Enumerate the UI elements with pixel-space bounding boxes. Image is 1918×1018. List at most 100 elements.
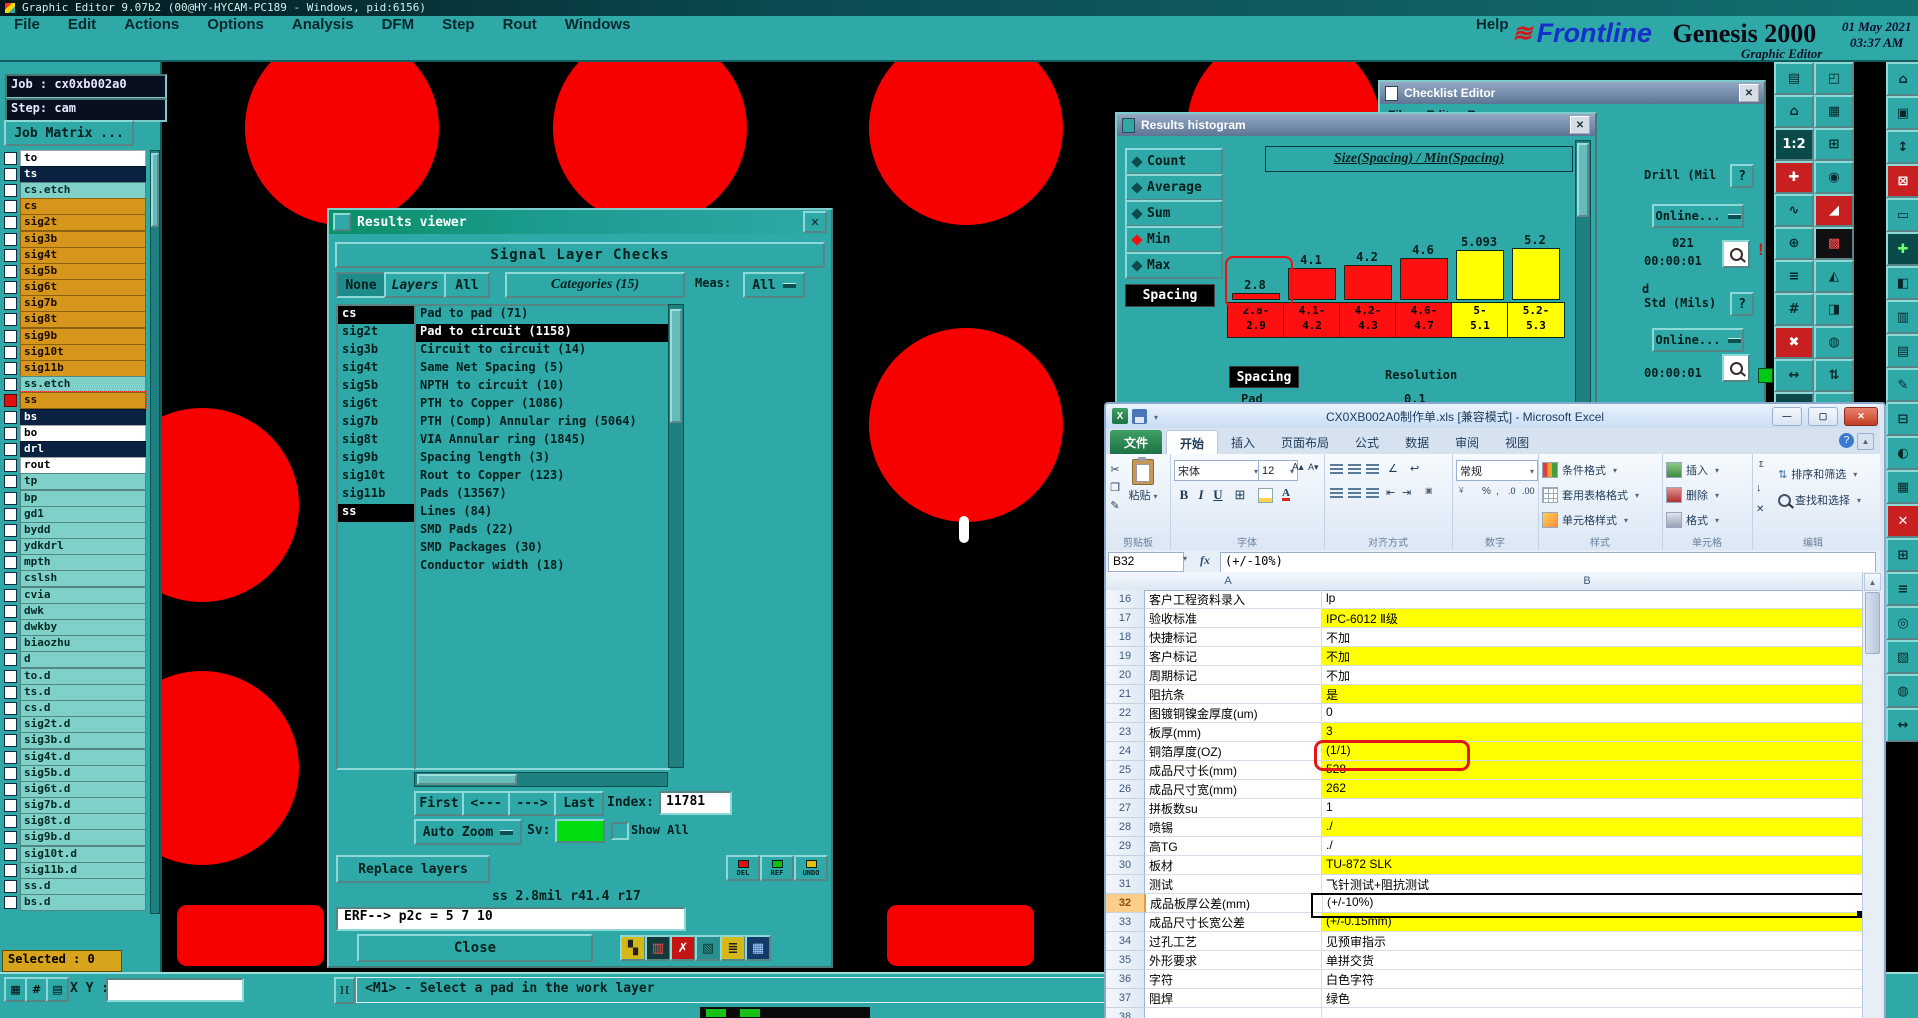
layer-row-cs[interactable]: cs (2, 198, 148, 216)
drill-mode-dropdown[interactable]: Online... (1652, 204, 1744, 228)
right-toolbar-icon-12[interactable]: ▩ (1814, 227, 1854, 260)
viewer-layer-sig7b[interactable]: sig7b (338, 414, 414, 432)
save-icon[interactable] (1132, 408, 1147, 424)
format-as-table-button[interactable]: 套用表格格式 (1542, 483, 1639, 507)
std-mode-dropdown[interactable]: Online... (1652, 328, 1744, 352)
next-button[interactable]: ---> (508, 791, 556, 816)
cell-B37[interactable]: 绿色 (1322, 989, 1862, 1008)
align-top-icon[interactable] (1330, 464, 1343, 475)
layer-row-sig9b[interactable]: sig9b (2, 327, 148, 345)
excel-tab-开始[interactable]: 开始 (1166, 430, 1219, 455)
formula-field[interactable]: (+/-10%) (1220, 552, 1876, 574)
layer-name[interactable]: sig6t.d (20, 780, 146, 798)
layer-row-sig11b[interactable]: sig11b (2, 360, 148, 378)
far-toolbar-icon-3[interactable]: ↕ (1886, 130, 1918, 164)
cell-A30[interactable]: 板材 (1145, 856, 1322, 875)
cell-A21[interactable]: 阻抗条 (1145, 685, 1322, 704)
layer-row-sig3b[interactable]: sig3b (2, 230, 148, 248)
scrollbar-thumb[interactable] (1577, 143, 1589, 217)
layer-row-gd1[interactable]: gd1 (2, 505, 148, 523)
bottom-tool-icon-1[interactable]: ▦ (4, 977, 27, 1002)
cell-B16[interactable]: lp (1322, 590, 1862, 609)
layer-row-d[interactable]: d (2, 651, 148, 669)
menu-dfm[interactable]: DFM (368, 16, 429, 33)
layer-checkbox[interactable] (4, 475, 17, 489)
category-item[interactable]: Pad to pad (71) (416, 306, 668, 324)
fill-color-icon[interactable] (1258, 488, 1273, 503)
cell-B26[interactable]: 262 (1322, 780, 1862, 799)
close-icon[interactable] (1739, 84, 1759, 102)
close-button[interactable] (1844, 406, 1878, 426)
cell-B35[interactable]: 单拼交货 (1322, 951, 1862, 970)
layer-name[interactable]: bo (20, 424, 146, 442)
layer-row-bp[interactable]: bp (2, 489, 148, 507)
far-toolbar-icon-10[interactable]: ✎ (1886, 368, 1918, 402)
viewer-tool-icon-5[interactable]: ≣ (720, 935, 746, 961)
row-header-38[interactable]: 38 (1106, 1008, 1145, 1018)
fx-icon[interactable]: fx (1200, 553, 1210, 568)
category-item[interactable]: VIA Annular ring (1845) (416, 432, 668, 450)
window-menu-icon[interactable] (333, 213, 351, 231)
row-header-28[interactable]: 28 (1106, 818, 1145, 837)
category-item[interactable]: Lines (84) (416, 504, 668, 522)
layer-checkbox[interactable] (4, 167, 17, 181)
column-header-a[interactable]: A (1144, 572, 1313, 591)
layer-checkbox[interactable] (4, 718, 17, 732)
layer-checkbox[interactable] (4, 491, 17, 505)
layer-row-sig2t.d[interactable]: sig2t.d (2, 716, 148, 734)
layer-row-cvia[interactable]: cvia (2, 586, 148, 604)
minimize-ribbon-icon[interactable] (1857, 433, 1874, 450)
help-button[interactable]: ? (1730, 164, 1754, 188)
job-matrix-button[interactable]: Job Matrix ... (4, 120, 134, 146)
cell-B34[interactable]: 见预审指示 (1322, 932, 1862, 951)
excel-tab-页面布局[interactable]: 页面布局 (1268, 430, 1342, 454)
layer-name[interactable]: bydd (20, 521, 146, 539)
pad-circle[interactable] (160, 671, 299, 865)
cell-B19[interactable]: 不加 (1322, 647, 1862, 666)
row-header-17[interactable]: 17 (1106, 609, 1145, 628)
row-header-30[interactable]: 30 (1106, 856, 1145, 875)
far-toolbar-icon-7[interactable]: ◧ (1886, 266, 1918, 300)
layer-name[interactable]: dwkby (20, 619, 146, 637)
checklist-titlebar[interactable]: Checklist Editor (1380, 82, 1764, 104)
align-right-icon[interactable] (1366, 488, 1379, 499)
menu-actions[interactable]: Actions (110, 16, 193, 33)
category-hscrollbar[interactable] (414, 772, 668, 787)
right-toolbar-icon-17[interactable]: ✖ (1774, 326, 1814, 359)
cell-B18[interactable]: 不加 (1322, 628, 1862, 647)
layer-row-dwkby[interactable]: dwkby (2, 619, 148, 637)
layer-row-sig7b.d[interactable]: sig7b.d (2, 797, 148, 815)
cell-A29[interactable]: 高TG (1145, 837, 1322, 856)
bold-button[interactable] (1176, 486, 1192, 504)
layer-name[interactable]: ss.d (20, 878, 146, 896)
layer-checkbox[interactable] (4, 523, 17, 537)
font-name-combo[interactable]: 宋体 (1174, 460, 1262, 481)
right-toolbar-icon-6[interactable]: ⊞ (1814, 128, 1854, 161)
far-toolbar-icon-8[interactable]: ▥ (1886, 300, 1918, 334)
category-item[interactable]: Rout to Copper (123) (416, 468, 668, 486)
cell-A23[interactable]: 板厚(mm) (1145, 723, 1322, 742)
fill-icon[interactable] (1756, 482, 1762, 494)
row-header-31[interactable]: 31 (1106, 875, 1145, 894)
layer-name[interactable]: gd1 (20, 505, 146, 523)
layer-row-dwk[interactable]: dwk (2, 602, 148, 620)
layer-checkbox[interactable] (4, 782, 17, 796)
filter-all-button[interactable]: All (444, 272, 490, 298)
viewer-tool-icon-1[interactable]: ▚ (620, 935, 646, 961)
layer-name[interactable]: sig9b.d (20, 829, 146, 847)
layer-checkbox[interactable] (4, 880, 17, 894)
format-cells-button[interactable]: 格式 (1666, 508, 1719, 532)
show-all-checkbox[interactable] (611, 822, 629, 840)
excel-tab-公式[interactable]: 公式 (1342, 430, 1392, 454)
first-button[interactable]: First (414, 791, 464, 816)
cell-B29[interactable]: ./ (1322, 837, 1862, 856)
bottom-tool-icon-2[interactable]: # (25, 977, 48, 1002)
cell-B36[interactable]: 白色字符 (1322, 970, 1862, 989)
category-item[interactable]: Circuit to circuit (14) (416, 342, 668, 360)
category-item[interactable]: Conductor width (18) (416, 558, 668, 576)
layer-checkbox[interactable] (4, 459, 17, 473)
layer-checkbox[interactable] (4, 329, 17, 343)
layer-name[interactable]: cs.d (20, 699, 146, 717)
shrink-font-icon[interactable] (1308, 462, 1319, 473)
viewer-layer-sig4t[interactable]: sig4t (338, 360, 414, 378)
